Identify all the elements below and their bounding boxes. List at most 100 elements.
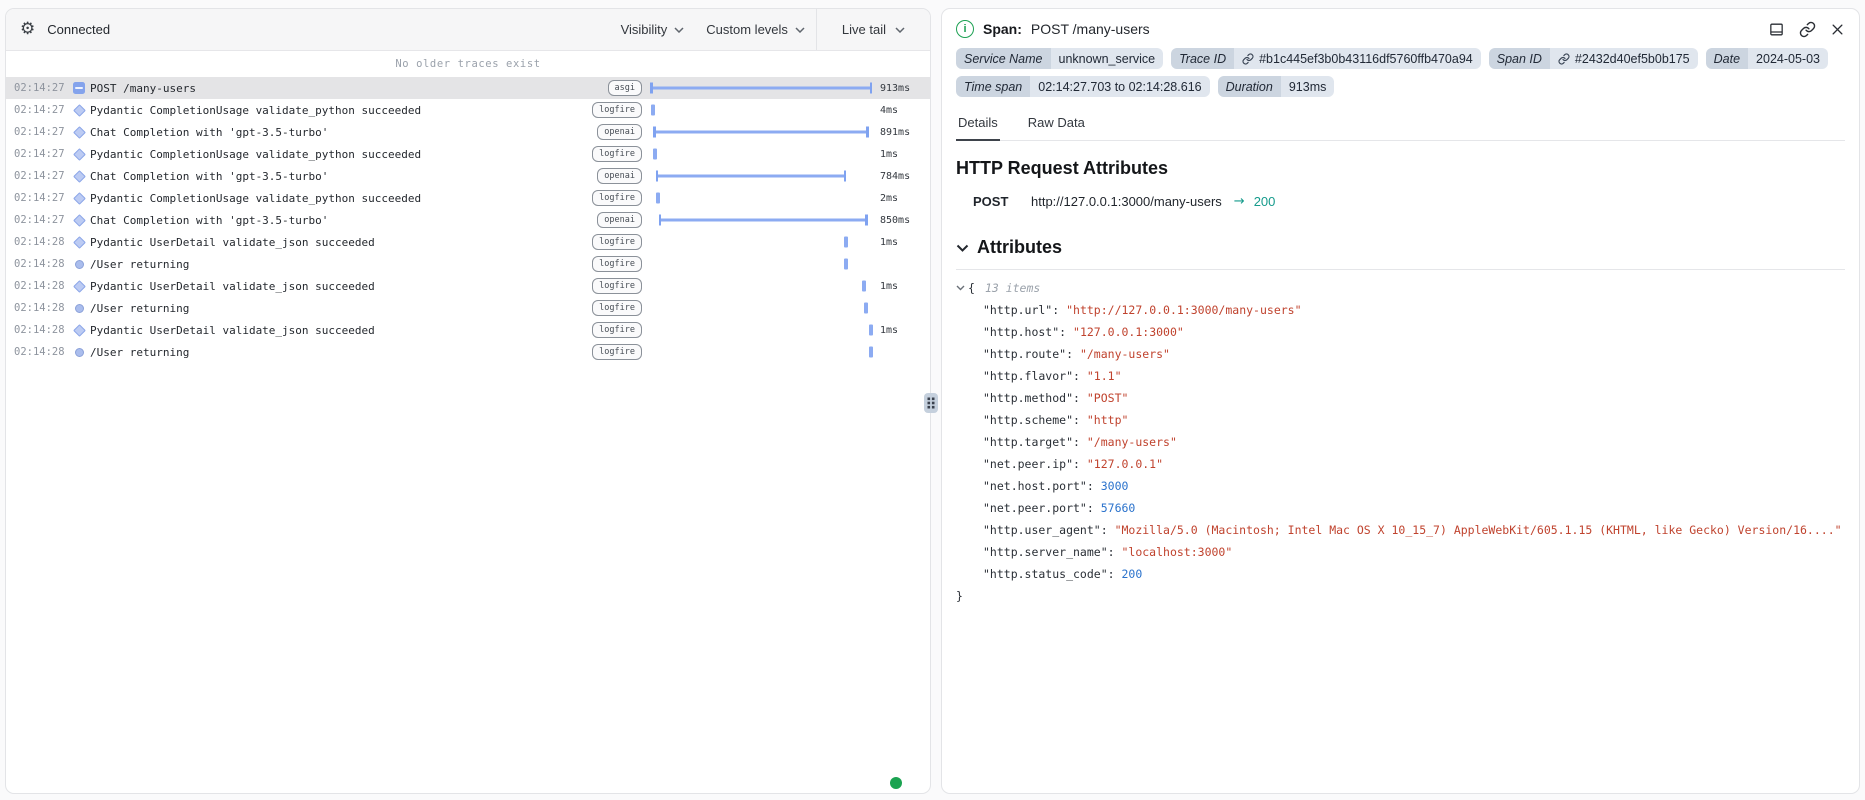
trace-row-timeline [650, 275, 872, 297]
chevron-down-icon [795, 27, 805, 33]
attribute-key: "http.flavor" [983, 369, 1073, 383]
attribute-value: "/many-users" [1087, 435, 1177, 449]
attribute-line: "http.route": "/many-users" [956, 343, 1845, 365]
attribute-value: "127.0.0.1:3000" [1073, 325, 1184, 339]
chevron-down-icon [674, 27, 684, 33]
trace-row[interactable]: 02:14:28Pydantic UserDetail validate_jso… [6, 231, 930, 253]
attribute-key: "http.host" [983, 325, 1059, 339]
http-status-code: 200 [1254, 194, 1276, 209]
trace-row[interactable]: 02:14:27Pydantic CompletionUsage validat… [6, 143, 930, 165]
trace-row-timeline [650, 143, 872, 165]
meta-badge-value: #2432d40ef5b0b175 [1550, 48, 1698, 69]
chevron-down-icon [895, 27, 905, 33]
meta-badge-text: unknown_service [1059, 52, 1156, 66]
trace-row[interactable]: 02:14:27Pydantic CompletionUsage validat… [6, 187, 930, 209]
info-icon: i [956, 20, 974, 38]
attribute-value: "1.1" [1087, 369, 1122, 383]
attributes-section-header[interactable]: Attributes [956, 237, 1845, 258]
http-request-summary: POST http://127.0.0.1:3000/many-users → … [956, 194, 1845, 209]
trace-row-timeline [650, 253, 872, 275]
trace-row-duration: 891ms [872, 127, 930, 138]
custom-levels-dropdown[interactable]: Custom levels [695, 9, 816, 50]
trace-row[interactable]: 02:14:27Chat Completion with 'gpt-3.5-tu… [6, 209, 930, 231]
trace-row-timestamp: 02:14:28 [14, 280, 68, 292]
trace-row-duration: 850ms [872, 215, 930, 226]
trace-row[interactable]: 02:14:27Chat Completion with 'gpt-3.5-tu… [6, 165, 930, 187]
duration-tick [656, 193, 660, 204]
scope-badge: logfire [592, 300, 642, 316]
trace-row-duration: 2ms [872, 193, 930, 204]
trace-row[interactable]: 02:14:28Pydantic UserDetail validate_jso… [6, 319, 930, 341]
traces-toolbar: ⚙ Connected Visibility Custom levels Liv… [6, 9, 930, 51]
tab-details[interactable]: Details [956, 109, 1000, 141]
grip-dots-icon [927, 397, 935, 409]
scope-badge: logfire [592, 146, 642, 162]
meta-badge: Service Name unknown_service [956, 48, 1163, 69]
attributes-json-view: {13 items"http.url": "http://127.0.0.1:3… [956, 270, 1845, 607]
tab-raw-data[interactable]: Raw Data [1026, 109, 1087, 140]
trace-row-name: Pydantic CompletionUsage validate_python… [90, 148, 594, 161]
trace-row[interactable]: 02:14:27Chat Completion with 'gpt-3.5-tu… [6, 121, 930, 143]
meta-badge-label: Trace ID [1171, 48, 1234, 69]
scope-badge: logfire [592, 190, 642, 206]
trace-row-timeline [650, 319, 872, 341]
trace-row[interactable]: 02:14:28/User returninglogfire [6, 297, 930, 319]
trace-row-timestamp: 02:14:28 [14, 302, 68, 314]
trace-row-timeline [650, 99, 872, 121]
trace-row[interactable]: 02:14:27POST /many-usersasgi913ms [6, 77, 930, 99]
scope-badge: logfire [592, 256, 642, 272]
collapse-toggle-icon[interactable] [68, 82, 90, 94]
meta-badge-text: #2432d40ef5b0b175 [1575, 52, 1690, 66]
attribute-line: "http.flavor": "1.1" [956, 365, 1845, 387]
attribute-line: "http.user_agent": "Mozilla/5.0 (Macinto… [956, 519, 1845, 541]
trace-row-name: /User returning [90, 258, 594, 271]
trace-row-name: Pydantic UserDetail validate_json succee… [90, 280, 594, 293]
trace-row-duration: 784ms [872, 171, 930, 182]
attribute-value: "localhost:3000" [1121, 545, 1232, 559]
copy-link-icon[interactable] [1799, 21, 1816, 38]
attribute-key: "net.peer.port" [983, 501, 1087, 515]
attribute-key: "net.peer.ip" [983, 457, 1073, 471]
chevron-down-icon [956, 244, 969, 252]
trace-row[interactable]: 02:14:28/User returninglogfire [6, 341, 930, 363]
trace-row[interactable]: 02:14:28/User returninglogfire [6, 253, 930, 275]
scope-badge: logfire [592, 102, 642, 118]
attribute-key: "http.url" [983, 303, 1052, 317]
connection-status: Connected [47, 22, 110, 37]
trace-row-timestamp: 02:14:28 [14, 346, 68, 358]
no-older-traces-label: No older traces exist [6, 51, 930, 77]
span-diamond-icon [68, 150, 90, 159]
trace-row[interactable]: 02:14:28 Pydantic UserDetail validate_jso… [6, 275, 930, 297]
span-diamond-icon [68, 282, 90, 291]
live-indicator-dot [890, 777, 902, 789]
http-method: POST [973, 194, 1031, 209]
trace-row-timestamp: 02:14:27 [14, 170, 68, 182]
attribute-value: "http" [1087, 413, 1129, 427]
duration-tick [864, 303, 868, 314]
chevron-down-icon[interactable] [956, 285, 965, 291]
close-icon[interactable] [1830, 22, 1845, 37]
settings-gear-icon[interactable]: ⚙ [20, 21, 35, 38]
meta-badge-text: 913ms [1289, 80, 1327, 94]
link-icon[interactable] [1558, 53, 1570, 65]
trace-row[interactable]: 02:14:27Pydantic CompletionUsage validat… [6, 99, 930, 121]
items-count: 13 items [985, 277, 1040, 299]
span-meta-badges: Service Nameunknown_serviceTrace ID#b1c4… [956, 46, 1845, 105]
trace-row-timeline [650, 209, 872, 231]
live-tail-dropdown[interactable]: Live tail [816, 9, 930, 50]
trace-row-timeline [650, 341, 872, 363]
span-title: POST /many-users [1031, 21, 1150, 37]
attribute-key: "net.host.port" [983, 479, 1087, 493]
trace-row-name: /User returning [90, 302, 594, 315]
attribute-key: "http.status_code" [983, 567, 1108, 581]
duration-tick [844, 259, 848, 270]
trace-row-timestamp: 02:14:27 [14, 192, 68, 204]
meta-badge-label: Service Name [956, 48, 1051, 69]
panel-resize-handle[interactable] [924, 393, 938, 413]
visibility-dropdown[interactable]: Visibility [610, 9, 696, 50]
meta-badge-value: 02:14:27.703 to 02:14:28.616 [1030, 76, 1209, 97]
dock-panel-icon[interactable] [1768, 21, 1785, 38]
link-icon[interactable] [1242, 53, 1254, 65]
log-dot-icon [68, 304, 90, 313]
trace-row-name: Pydantic UserDetail validate_json succee… [90, 324, 594, 337]
